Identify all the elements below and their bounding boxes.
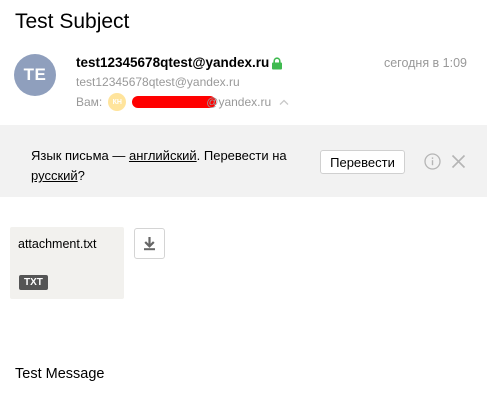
message-date: сегодня в 1:09	[383, 56, 467, 70]
message-body: Test Message	[15, 366, 105, 382]
translate-bar: Язык письма — английский. Перевести на р…	[0, 125, 487, 197]
email-subject: Test Subject	[15, 10, 130, 33]
sender-email: test12345678qtest@yandex.ru	[76, 75, 240, 89]
translate-text-after: ?	[77, 168, 85, 183]
attachment-type-badge: TXT	[19, 275, 48, 290]
attachment-filename: attachment.txt	[18, 237, 97, 251]
recipient-avatar: КН	[108, 93, 127, 111]
target-language-link[interactable]: русский	[31, 168, 78, 183]
source-language-link[interactable]: английский	[129, 148, 197, 163]
recipient-domain[interactable]: @yandex.ru	[206, 95, 271, 109]
download-button[interactable]	[134, 228, 165, 259]
download-icon	[144, 237, 155, 251]
sender-avatar: TE	[14, 54, 56, 96]
chevron-up-icon[interactable]	[279, 98, 289, 106]
close-icon[interactable]	[451, 154, 466, 169]
translate-text-middle: . Перевести на	[196, 148, 287, 163]
lock-icon	[272, 57, 282, 70]
translate-button[interactable]: Перевести	[320, 150, 405, 174]
recipients-row: Вам: КН @yandex.ru	[76, 93, 289, 111]
translate-message: Язык письма — английский. Перевести на р…	[31, 146, 301, 186]
info-icon[interactable]	[424, 153, 441, 170]
recipients-label: Вам:	[76, 95, 103, 109]
redacted-recipient-name	[132, 96, 217, 108]
translate-text-before: Язык письма —	[31, 148, 129, 163]
attachment-card[interactable]: attachment.txt TXT	[10, 227, 124, 299]
sender-name[interactable]: test12345678qtest@yandex.ru	[76, 55, 269, 70]
